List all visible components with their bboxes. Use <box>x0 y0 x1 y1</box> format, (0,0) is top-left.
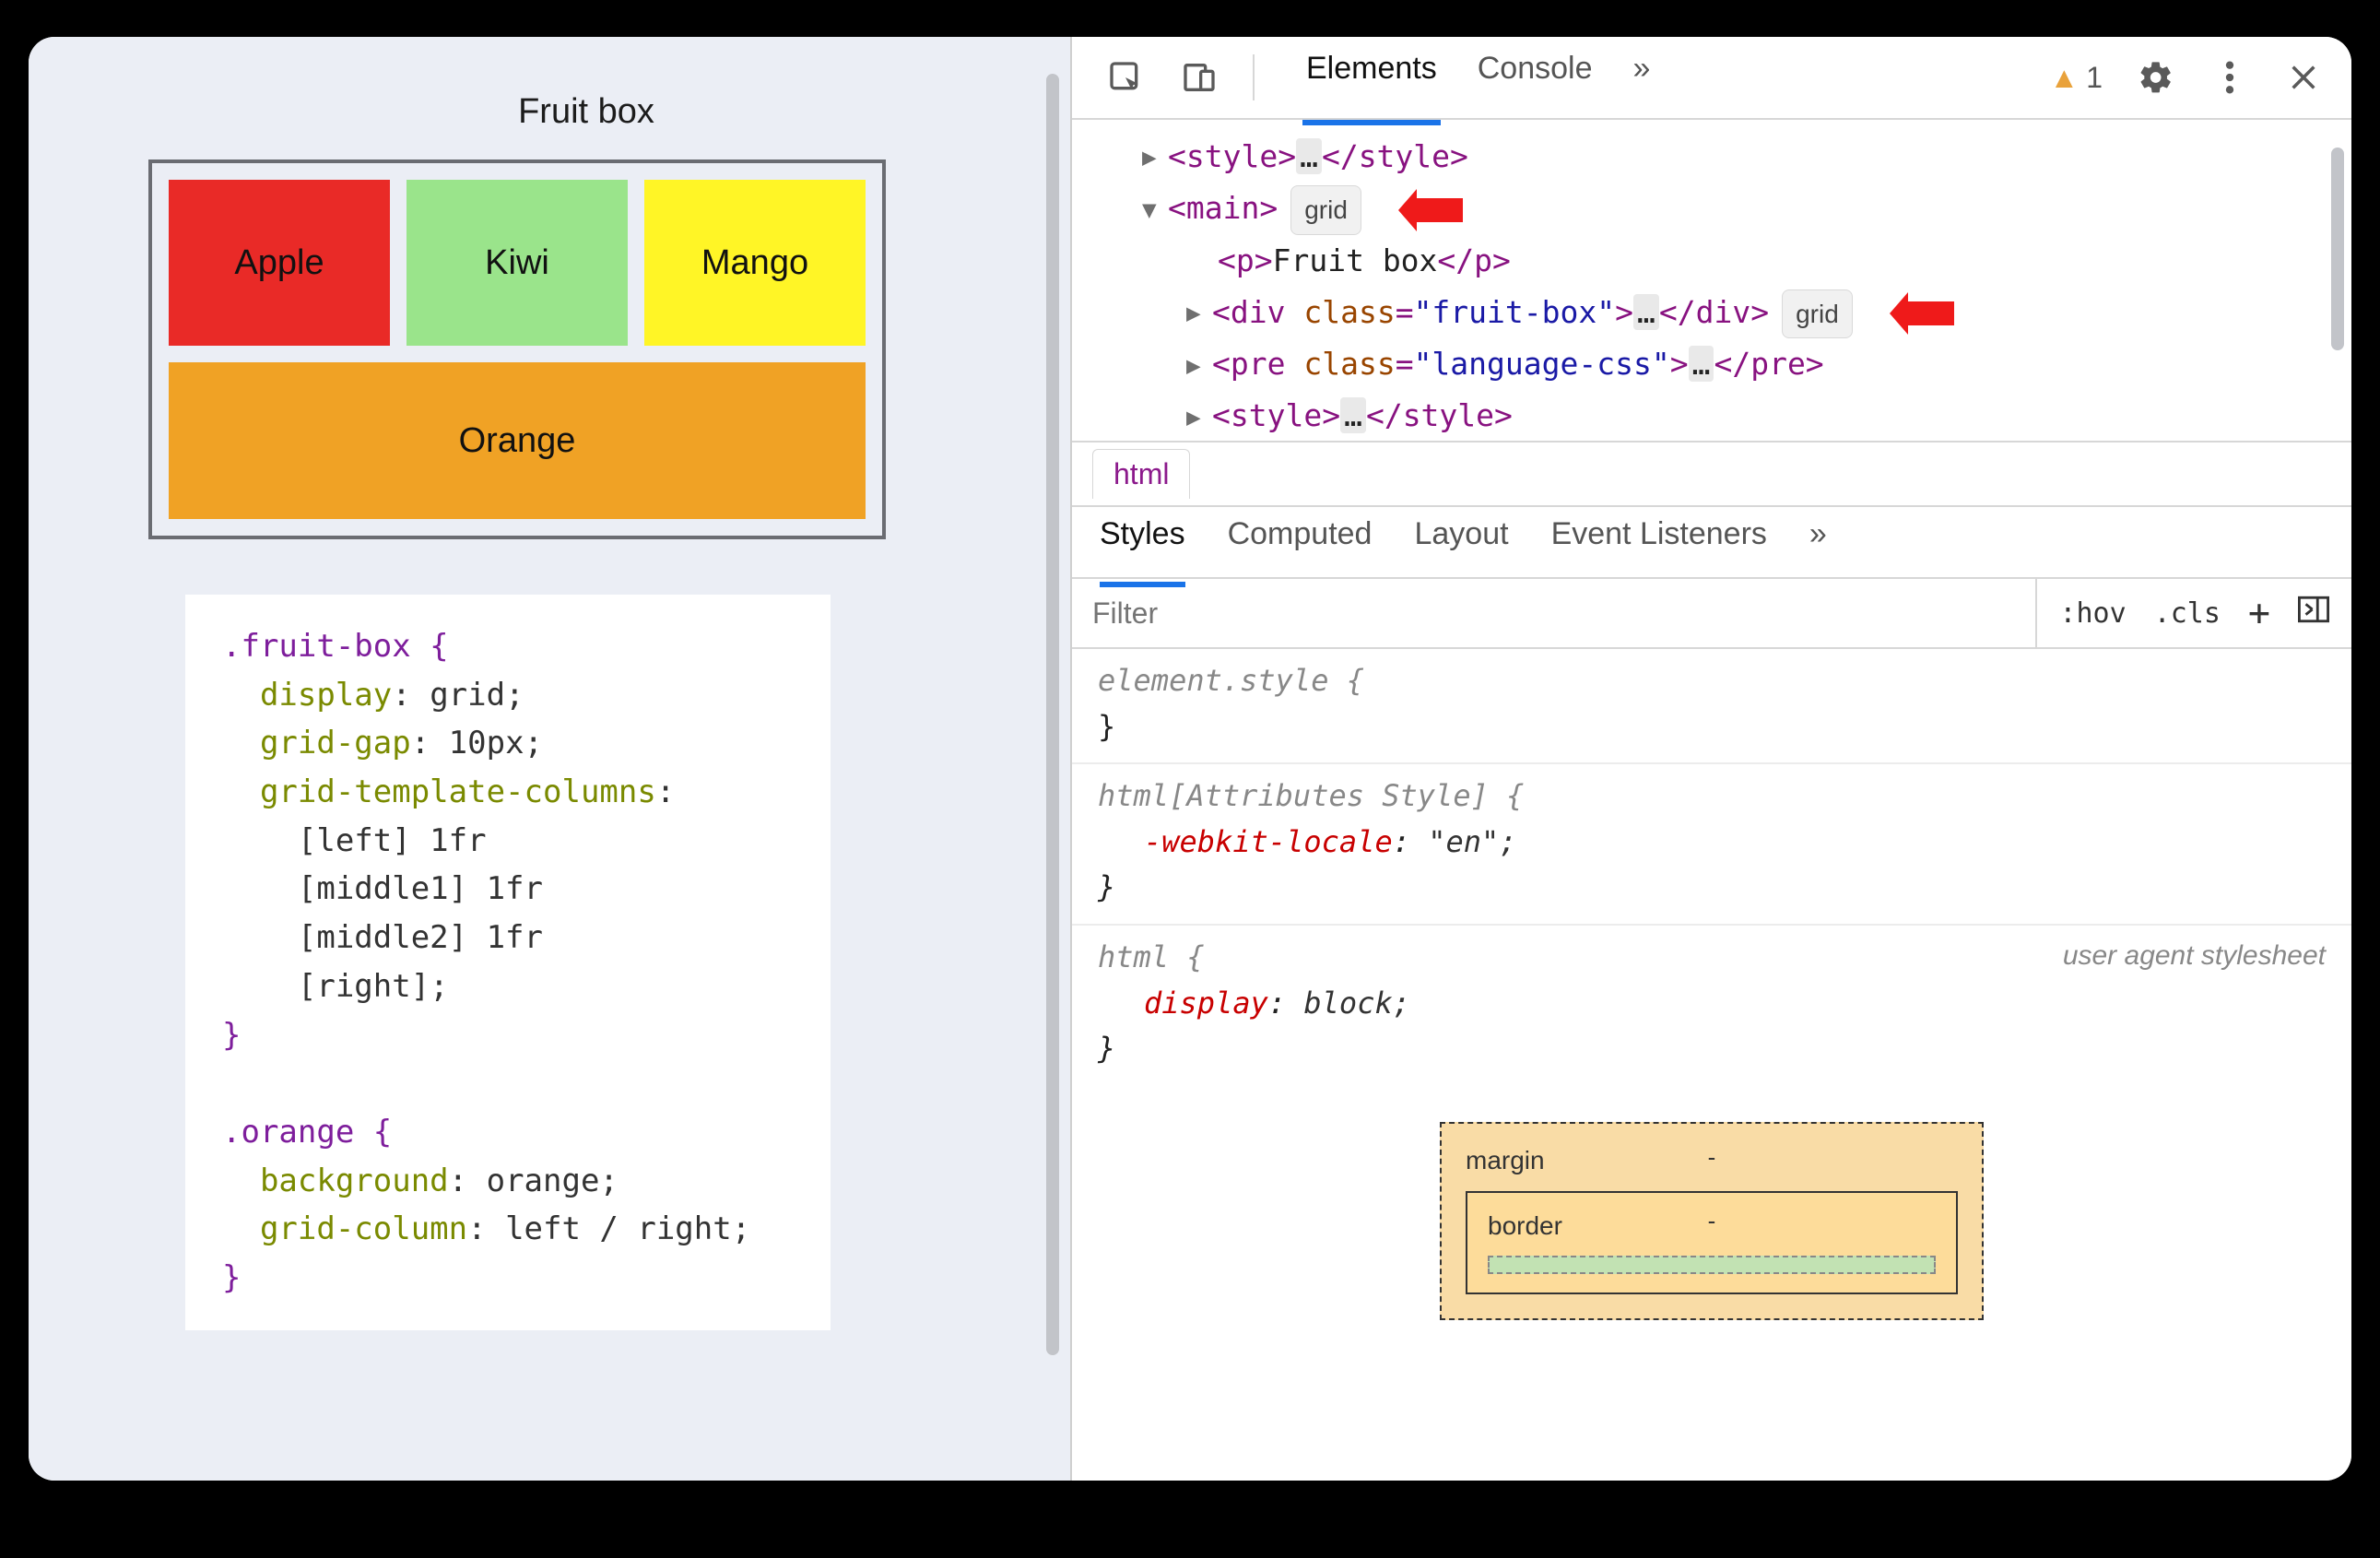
rule-close: } <box>1098 709 1115 744</box>
rule-selector: html { <box>1098 939 1205 974</box>
page-title: Fruit box <box>148 92 1024 132</box>
rule-element-style[interactable]: element.style { } <box>1072 649 2351 762</box>
styles-filter-row: :hov .cls + <box>1072 579 2351 649</box>
breadcrumb-html[interactable]: html <box>1092 449 1190 499</box>
rule-selector: html[Attributes Style] { <box>1098 778 1524 813</box>
hov-toggle[interactable]: :hov <box>2059 597 2126 630</box>
warning-count: 1 <box>2086 61 2103 95</box>
rule-html-attr[interactable]: html[Attributes Style] { -webkit-locale:… <box>1072 762 2351 924</box>
toggle-sidebar-icon[interactable] <box>2298 596 2329 631</box>
dom-tree[interactable]: ▶<style>…</style> ▼<main>grid <p>Fruit b… <box>1072 120 2351 443</box>
dom-node-div-fruitbox[interactable]: ▶<div class="fruit-box">…</div>grid <box>1173 287 2333 339</box>
grid-badge[interactable]: grid <box>1290 185 1361 235</box>
devtools-window: Fruit box Apple Kiwi Mango Orange .fruit… <box>29 37 2351 1481</box>
dom-breadcrumb: html <box>1072 443 2351 507</box>
fruit-box-demo: Apple Kiwi Mango Orange <box>148 159 1024 539</box>
kebab-menu-icon[interactable] <box>2209 57 2250 98</box>
collapse-icon[interactable]: ▼ <box>1142 190 1168 230</box>
css-code-block: .fruit-box { display: grid; grid-gap: 10… <box>185 595 831 1330</box>
box-model-border-top-val: - <box>1708 1202 1716 1239</box>
tab-elements[interactable]: Elements <box>1306 51 1437 105</box>
tab-console[interactable]: Console <box>1478 51 1593 105</box>
new-style-rule-icon[interactable]: + <box>2248 595 2270 631</box>
rule-close: } <box>1098 869 1115 904</box>
arrow-annotation-icon <box>1890 292 1954 335</box>
rule-html-ua[interactable]: user agent stylesheet html { display: bl… <box>1072 924 2351 1085</box>
box-model-margin[interactable]: margin - border - <box>1440 1122 1984 1320</box>
arrow-annotation-icon <box>1398 189 1463 231</box>
warning-icon: ▲ <box>2050 61 2080 95</box>
subtab-event[interactable]: Event Listeners <box>1551 516 1767 569</box>
warnings-indicator[interactable]: ▲ 1 <box>2050 61 2103 95</box>
ua-stylesheet-note: user agent stylesheet <box>2063 935 2326 978</box>
subtab-layout[interactable]: Layout <box>1414 516 1508 569</box>
dom-node-main[interactable]: ▼<main>grid <box>1173 183 2333 235</box>
rule-val: block; <box>1303 986 1410 1021</box>
device-toggle-icon[interactable] <box>1179 57 1219 98</box>
fruit-kiwi: Kiwi <box>406 180 628 346</box>
devtools-toolbar: Elements Console » ▲ 1 <box>1072 37 2351 120</box>
box-model-border-label: border <box>1488 1211 1562 1240</box>
right-scrollbar-thumb[interactable] <box>2331 148 2344 350</box>
dom-node-p[interactable]: <p>Fruit box</p> <box>1173 235 2333 287</box>
subtab-computed[interactable]: Computed <box>1228 516 1373 569</box>
subtab-styles[interactable]: Styles <box>1100 516 1185 569</box>
dom-node-style2[interactable]: ▶<style>…</style> <box>1173 390 2333 442</box>
close-devtools-icon[interactable] <box>2283 57 2324 98</box>
subtabs-overflow-icon[interactable]: » <box>1809 516 1827 569</box>
grid-badge[interactable]: grid <box>1782 289 1853 339</box>
expand-icon[interactable]: ▶ <box>1186 346 1212 386</box>
box-model-margin-top-val: - <box>1708 1139 1716 1175</box>
inspect-icon[interactable] <box>1105 57 1146 98</box>
rule-prop: -webkit-locale <box>1144 824 1393 859</box>
devtools-main-tabs: Elements Console » <box>1306 51 1650 105</box>
style-rules-list: element.style { } html[Attributes Style]… <box>1072 649 2351 1320</box>
dom-node-pre[interactable]: ▶<pre class="language-css">…</pre> <box>1173 338 2333 390</box>
cls-toggle[interactable]: .cls <box>2154 597 2221 630</box>
styles-filter-tools: :hov .cls + <box>2035 579 2351 647</box>
box-model-padding[interactable] <box>1488 1256 1936 1274</box>
tabs-overflow-icon[interactable]: » <box>1632 51 1650 105</box>
box-model-border[interactable]: border - <box>1466 1191 1958 1293</box>
page-preview-pane: Fruit box Apple Kiwi Mango Orange .fruit… <box>29 37 1070 1481</box>
expand-icon[interactable]: ▶ <box>1186 397 1212 438</box>
devtools-pane: Elements Console » ▲ 1 ▶<style>…</style> <box>1070 37 2351 1481</box>
rule-prop: display <box>1144 986 1268 1021</box>
rule-close: } <box>1098 1031 1115 1066</box>
fruit-box-grid: Apple Kiwi Mango Orange <box>148 159 886 539</box>
right-scrollbar[interactable] <box>2331 129 2344 1328</box>
styles-subtabs: Styles Computed Layout Event Listeners » <box>1072 507 2351 579</box>
settings-icon[interactable] <box>2136 57 2176 98</box>
rule-val: "en"; <box>1428 824 1516 859</box>
fruit-orange: Orange <box>169 362 866 519</box>
expand-icon[interactable]: ▶ <box>1186 293 1212 334</box>
fruit-apple: Apple <box>169 180 390 346</box>
rule-selector: element.style { <box>1098 663 1364 698</box>
fruit-mango: Mango <box>644 180 866 346</box>
left-scrollbar[interactable] <box>1046 74 1059 1429</box>
styles-filter-input[interactable] <box>1072 579 2035 647</box>
left-scrollbar-thumb[interactable] <box>1046 74 1059 1355</box>
box-model-diagram: margin - border - <box>1072 1085 2351 1320</box>
box-model-margin-label: margin <box>1466 1146 1545 1174</box>
dom-node-style1[interactable]: ▶<style>…</style> <box>1173 131 2333 183</box>
expand-icon[interactable]: ▶ <box>1142 137 1168 178</box>
